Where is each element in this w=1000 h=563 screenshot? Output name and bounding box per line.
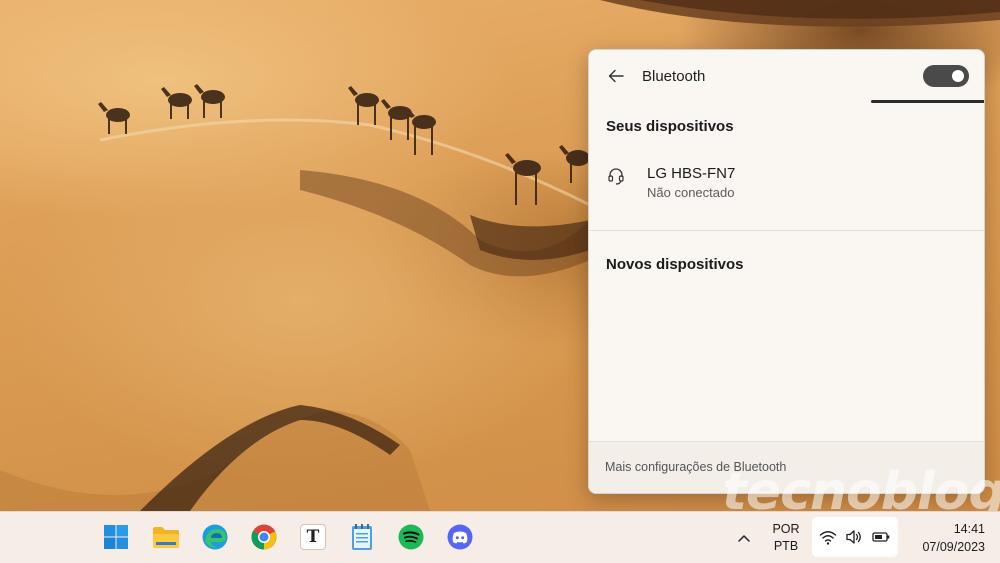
taskbar-app-spotify[interactable] — [394, 520, 428, 554]
windows-start-icon — [104, 525, 128, 549]
typora-glyph: T — [306, 527, 320, 547]
bluetooth-toggle[interactable] — [923, 65, 969, 87]
taskbar-app-typora[interactable]: T — [296, 520, 330, 554]
arrow-left-icon — [608, 69, 624, 83]
scanning-indicator — [871, 100, 984, 103]
system-clock[interactable]: 14:41 07/09/2023 — [905, 520, 985, 556]
clock-date: 07/09/2023 — [922, 540, 985, 554]
language-code: POR — [772, 522, 800, 536]
show-hidden-icons-button[interactable] — [733, 528, 755, 548]
bluetooth-flyout: Bluetooth Seus dispositivos LG HBS-FN7 N… — [588, 49, 985, 494]
battery-icon — [872, 532, 890, 542]
volume-icon — [846, 530, 861, 544]
chevron-up-icon — [738, 535, 750, 542]
wifi-icon — [819, 531, 837, 545]
typora-icon: T — [300, 524, 326, 550]
taskbar-app-discord[interactable] — [443, 520, 477, 554]
taskbar: T POR PTB 14:41 07/09/2023 — [0, 511, 1000, 563]
bluetooth-header: Bluetooth — [589, 50, 984, 104]
keyboard-layout: PTB — [773, 539, 799, 553]
language-indicator[interactable]: POR PTB — [765, 521, 807, 555]
section-divider — [589, 230, 984, 231]
toggle-knob — [952, 70, 964, 82]
discord-icon — [447, 524, 473, 550]
clock-time: 14:41 — [953, 522, 985, 536]
new-devices-heading: Novos dispositivos — [606, 256, 744, 273]
back-button[interactable] — [603, 64, 629, 88]
device-item[interactable]: LG HBS-FN7 Não conectado — [597, 153, 977, 209]
taskbar-app-chrome[interactable] — [247, 520, 281, 554]
notepad-icon — [352, 524, 372, 550]
spotify-icon — [398, 524, 424, 550]
device-status: Não conectado — [647, 185, 735, 200]
edge-icon — [202, 524, 228, 550]
taskbar-app-notepad[interactable] — [345, 520, 379, 554]
device-name: LG HBS-FN7 — [647, 165, 736, 182]
start-button[interactable] — [99, 520, 133, 554]
folder-icon — [153, 527, 179, 548]
quick-settings-tray[interactable] — [812, 517, 898, 557]
my-devices-heading: Seus dispositivos — [606, 118, 734, 135]
chrome-icon — [251, 524, 277, 550]
taskbar-app-edge[interactable] — [198, 520, 232, 554]
headset-icon — [608, 168, 624, 185]
taskbar-app-file-explorer[interactable] — [149, 520, 183, 554]
panel-title: Bluetooth — [642, 68, 706, 85]
